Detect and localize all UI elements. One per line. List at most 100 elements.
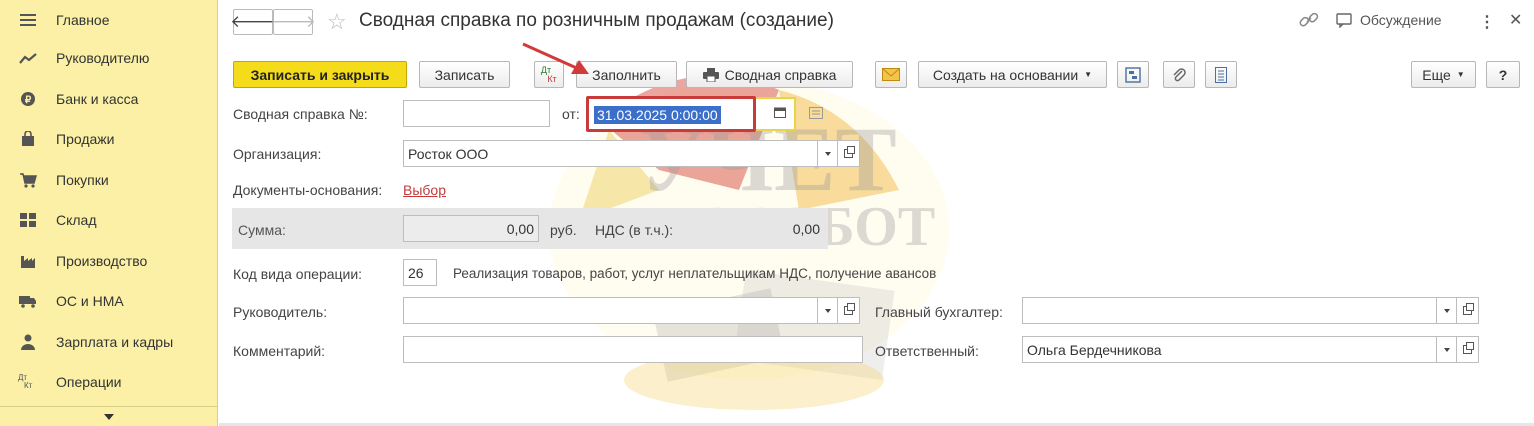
- head-dropdown-button[interactable]: [818, 297, 838, 324]
- help-button[interactable]: ?: [1486, 61, 1520, 88]
- sidebar-item-label: Главное: [56, 12, 110, 28]
- factory-icon: [18, 251, 38, 271]
- annotation-arrow: [522, 42, 589, 74]
- operation-code-description: Реализация товаров, работ, услуг неплате…: [453, 266, 937, 281]
- sum-value: 0,00: [403, 215, 539, 242]
- organization-input[interactable]: Росток ООО: [403, 140, 818, 167]
- dropdown-arrow-icon: [1443, 308, 1450, 313]
- summary-print-label: Сводная справка: [724, 66, 837, 83]
- attach-button[interactable]: [1163, 61, 1195, 88]
- sidebar-item-fixed-assets[interactable]: ОС и НМА: [0, 281, 218, 321]
- sidebar-item-label: Продажи: [56, 131, 115, 147]
- date-from-label: от:: [562, 106, 580, 122]
- comment-input[interactable]: [403, 336, 863, 363]
- more-vertical-icon[interactable]: ⋮: [1479, 12, 1495, 32]
- organization-dropdown-button[interactable]: [818, 140, 838, 167]
- sidebar-item-label: ОС и НМА: [56, 293, 124, 309]
- operation-code-label: Код вида операции:: [233, 266, 363, 282]
- sum-label: Сумма:: [238, 222, 286, 238]
- dt-kt-bottom: Кт: [24, 381, 33, 390]
- dropdown-arrow-icon: ▼: [1084, 70, 1093, 79]
- sidebar-item-label: Склад: [56, 212, 97, 228]
- open-window-icon: [1463, 342, 1474, 354]
- dropdown-arrow-icon: ▼: [1456, 70, 1465, 79]
- head-input[interactable]: [403, 297, 818, 324]
- sidebar-item-operations[interactable]: Дт Кт Операции: [0, 362, 218, 402]
- summary-print-button[interactable]: Сводная справка: [686, 61, 853, 88]
- open-window-icon: [1463, 303, 1474, 315]
- more-label: Еще: [1422, 66, 1451, 83]
- sidebar-item-purchases[interactable]: Покупки: [0, 160, 218, 200]
- menu-lines-icon: [18, 10, 38, 30]
- dt-kt-icon: Дт Кт: [18, 372, 38, 392]
- sidebar-item-manager[interactable]: Руководителю: [0, 38, 218, 78]
- sidebar-item-label: Банк и касса: [56, 91, 139, 107]
- sidebar-scroll-down[interactable]: [0, 406, 218, 426]
- person-icon: [18, 332, 38, 352]
- list-icon[interactable]: [809, 106, 823, 122]
- save-button[interactable]: Записать: [419, 61, 510, 88]
- create-based-on-label: Создать на основании: [932, 66, 1079, 83]
- report-button[interactable]: [1205, 61, 1237, 88]
- forward-button[interactable]: 🡒: [270, 9, 316, 35]
- dropdown-arrow-icon: [824, 151, 831, 156]
- sidebar-item-salary[interactable]: Зарплата и кадры: [0, 322, 218, 362]
- hierarchy-icon: [1125, 66, 1141, 83]
- page-title: Сводная справка по розничным продажам (с…: [359, 10, 834, 31]
- trend-chart-icon: [18, 48, 38, 68]
- responsible-label: Ответственный:: [875, 343, 979, 359]
- save-and-close-button[interactable]: Записать и закрыть: [233, 61, 407, 88]
- chevron-down-icon: [104, 413, 114, 420]
- chief-accountant-dropdown-button[interactable]: [1437, 297, 1457, 324]
- back-button[interactable]: 🡐: [230, 9, 276, 35]
- sidebar-item-label: Зарплата и кадры: [56, 334, 174, 350]
- operation-code-input[interactable]: 26: [403, 259, 437, 286]
- sidebar-item-sales[interactable]: Продажи: [0, 119, 218, 159]
- cart-icon: [18, 170, 38, 190]
- sidebar-item-warehouse[interactable]: Склад: [0, 200, 218, 240]
- document-list-icon: [1215, 66, 1227, 83]
- truck-icon: [18, 291, 38, 311]
- organization-open-button[interactable]: [838, 140, 860, 167]
- coin-icon: ₽: [18, 89, 38, 109]
- number-input[interactable]: [403, 100, 550, 127]
- vat-value: 0,00: [792, 220, 820, 237]
- close-icon[interactable]: ✕: [1509, 10, 1522, 30]
- calendar-icon[interactable]: [774, 105, 786, 121]
- open-window-icon: [844, 146, 855, 158]
- discussion-button[interactable]: Обсуждение: [1336, 12, 1442, 28]
- favorite-star-icon[interactable]: ☆: [327, 9, 347, 35]
- email-button[interactable]: [875, 61, 907, 88]
- responsible-dropdown-button[interactable]: [1437, 336, 1457, 363]
- sidebar-item-main[interactable]: Главное: [0, 0, 218, 40]
- sidebar-item-label: Производство: [56, 253, 148, 269]
- sidebar-item-label: Покупки: [56, 172, 109, 188]
- head-open-button[interactable]: [838, 297, 860, 324]
- chief-accountant-open-button[interactable]: [1457, 297, 1479, 324]
- responsible-open-button[interactable]: [1457, 336, 1479, 363]
- number-label: Сводная справка №:: [233, 106, 368, 122]
- base-documents-label: Документы-основания:: [233, 182, 383, 198]
- chief-accountant-label: Главный бухгалтер:: [875, 304, 1003, 320]
- envelope-icon: [882, 68, 900, 81]
- highlight-frame: [586, 96, 756, 132]
- base-documents-select-link[interactable]: Выбор: [403, 182, 446, 198]
- vat-label: НДС (в т.ч.):: [595, 222, 674, 238]
- main-area: УЧЕТ БЕЗ ЗАБОТ 🡐 🡒 ☆ Сводная справка по …: [219, 0, 1534, 426]
- sidebar-item-label: Операции: [56, 374, 122, 390]
- structure-button[interactable]: [1117, 61, 1149, 88]
- chief-accountant-input[interactable]: [1022, 297, 1437, 324]
- sidebar-item-bank[interactable]: ₽ Банк и касса: [0, 79, 218, 119]
- head-label: Руководитель:: [233, 304, 328, 320]
- more-button[interactable]: Еще ▼: [1411, 61, 1476, 88]
- responsible-input[interactable]: Ольга Бердечникова: [1022, 336, 1437, 363]
- shopping-bag-icon: [18, 129, 38, 149]
- discussion-label: Обсуждение: [1360, 12, 1442, 28]
- chat-bubble-icon: [1336, 12, 1352, 28]
- sidebar-item-label: Руководителю: [56, 50, 150, 66]
- create-based-on-button[interactable]: Создать на основании ▼: [918, 61, 1107, 88]
- dropdown-arrow-icon: [824, 308, 831, 313]
- link-icon[interactable]: [1299, 12, 1319, 31]
- dropdown-arrow-icon: [1443, 347, 1450, 352]
- sidebar-item-production[interactable]: Производство: [0, 241, 218, 281]
